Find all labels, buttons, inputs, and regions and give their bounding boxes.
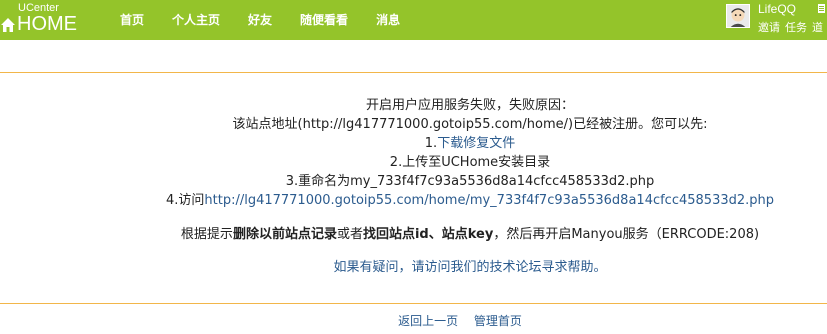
username-link[interactable]: LifeQQ bbox=[758, 2, 796, 16]
uchome-logo[interactable]: UCenter HOME bbox=[0, 2, 90, 38]
admin-home-link[interactable]: 管理首页 bbox=[474, 314, 522, 328]
nav-browse[interactable]: 随便看看 bbox=[286, 0, 362, 40]
error-reason: 该站点地址(http://lg417771000.gotoip55.com/ho… bbox=[232, 117, 708, 132]
bottom-divider bbox=[0, 303, 827, 304]
nav-home[interactable]: 首页 bbox=[106, 0, 158, 40]
error-title: 开启用户应用服务失败，失败原因： bbox=[365, 98, 574, 113]
user-links: 邀请 任务道 bbox=[758, 19, 827, 35]
hint-part-e: ，然后再开启Manyou服务（ERRCODE:208) bbox=[493, 227, 760, 242]
footer-links: 返回上一页 管理首页 bbox=[0, 312, 827, 329]
download-fix-file-link[interactable]: 下载修复文件 bbox=[437, 136, 515, 151]
notification-icon[interactable] bbox=[818, 4, 825, 13]
top-divider bbox=[0, 72, 827, 73]
back-link[interactable]: 返回上一页 bbox=[398, 314, 458, 328]
props-link[interactable]: 道 bbox=[812, 21, 823, 34]
logo-home-text: HOME bbox=[17, 13, 77, 35]
step-1: 1.下载修复文件 bbox=[0, 134, 827, 153]
top-header: UCenter HOME 首页 个人主页 好友 随便看看 消息 LifeQQ 邀… bbox=[0, 0, 827, 40]
nav-messages[interactable]: 消息 bbox=[362, 0, 414, 40]
hint-recover-site-key: 找回站点id、站点key bbox=[362, 227, 494, 242]
home-icon bbox=[1, 18, 15, 32]
nav-profile[interactable]: 个人主页 bbox=[158, 0, 234, 40]
hint-text: 根据提示删除以前站点记录或者找回站点id、站点key，然后再开启Manyou服务… bbox=[0, 225, 827, 244]
step-4-prefix: 4.访问 bbox=[165, 193, 205, 208]
step-4: 4.访问http://lg417771000.gotoip55.com/home… bbox=[0, 191, 827, 210]
avatar[interactable] bbox=[726, 4, 750, 28]
forum-help-link[interactable]: 如果有疑问，请访问我们的技术论坛寻求帮助。 bbox=[0, 258, 827, 277]
nav-friends[interactable]: 好友 bbox=[234, 0, 286, 40]
hint-delete-records: 删除以前站点记录 bbox=[232, 227, 337, 242]
user-panel: LifeQQ 邀请 任务道 bbox=[726, 2, 827, 38]
hint-part-c: 或者 bbox=[336, 227, 363, 242]
error-message: 开启用户应用服务失败，失败原因： 该站点地址(http://lg41777100… bbox=[0, 96, 827, 277]
tasks-link[interactable]: 任务 bbox=[785, 21, 807, 34]
step-1-prefix: 1. bbox=[424, 136, 438, 151]
verify-file-link[interactable]: http://lg417771000.gotoip55.com/home/my_… bbox=[204, 193, 774, 208]
step-2: 2.上传至UCHome安装目录 bbox=[389, 155, 551, 170]
invite-link[interactable]: 邀请 bbox=[758, 21, 780, 34]
main-nav: 首页 个人主页 好友 随便看看 消息 bbox=[106, 0, 414, 40]
step-3: 3.重命名为my_733f4f7c93a5536d8a14cfcc458533d… bbox=[285, 174, 655, 189]
hint-part-a: 根据提示 bbox=[180, 227, 233, 242]
